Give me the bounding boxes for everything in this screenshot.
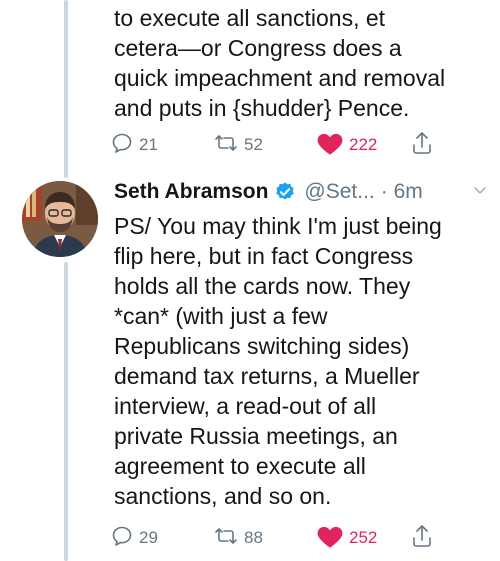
retweet-count: 88	[244, 528, 263, 547]
share-button[interactable]	[410, 523, 439, 553]
like-count: 252	[349, 528, 378, 547]
tweet-text: PS/ You may think I'm just being flip he…	[114, 213, 442, 509]
tweet-header: Seth Abramson @Set... · 6m	[114, 177, 496, 207]
retweet-button[interactable]: 88	[213, 523, 263, 553]
thread-connector-line	[64, 0, 68, 178]
reply-count: 21	[139, 135, 158, 154]
reply-icon	[110, 524, 134, 553]
retweet-icon	[213, 524, 239, 553]
verified-badge-icon	[274, 181, 296, 203]
retweet-button[interactable]: 52	[213, 130, 263, 160]
reply-count: 29	[139, 528, 158, 547]
retweet-count: 52	[244, 135, 263, 154]
tweet-actions: 29 88 252	[110, 523, 450, 553]
chevron-down-icon[interactable]	[472, 181, 488, 204]
share-button[interactable]	[410, 130, 439, 160]
reply-icon	[110, 131, 134, 160]
share-icon	[410, 130, 434, 161]
reply-button[interactable]: 21	[110, 130, 158, 160]
like-button[interactable]: 222	[316, 130, 377, 160]
tweet-actions: 21 52 222	[110, 130, 450, 160]
heart-icon	[316, 130, 344, 161]
thread-connector-line	[64, 262, 68, 561]
author-handle[interactable]: @Set...	[304, 180, 374, 204]
heart-icon	[316, 523, 344, 554]
avatar[interactable]	[22, 181, 98, 257]
author-name[interactable]: Seth Abramson	[114, 180, 268, 204]
tweet-text: to execute all sanctions, et cetera—or C…	[114, 5, 446, 121]
reply-button[interactable]: 29	[110, 523, 158, 553]
share-icon	[410, 523, 434, 554]
like-button[interactable]: 252	[316, 523, 377, 553]
like-count: 222	[349, 135, 378, 154]
retweet-icon	[213, 131, 239, 160]
tweet-timestamp[interactable]: · 6m	[381, 180, 423, 204]
